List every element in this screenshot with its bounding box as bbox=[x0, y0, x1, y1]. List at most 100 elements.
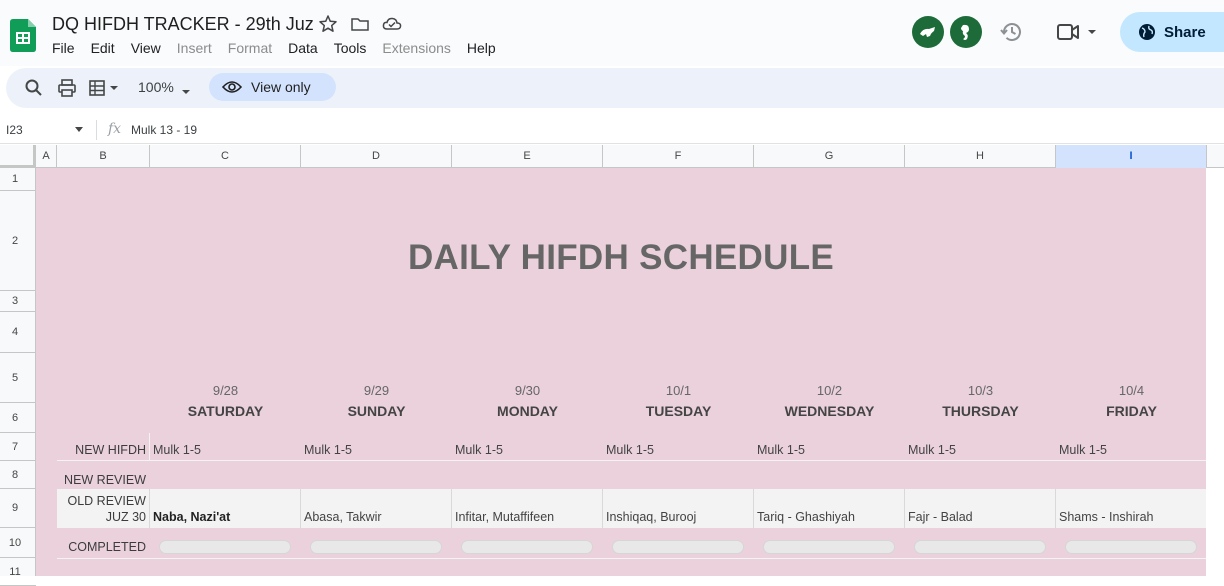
schedule-title[interactable]: DAILY HIFDH SCHEDULE bbox=[36, 238, 1206, 278]
menu-insert[interactable]: Insert bbox=[177, 40, 220, 56]
day-date[interactable]: 9/29 bbox=[301, 383, 452, 398]
divider bbox=[149, 433, 150, 461]
row-header[interactable]: 9 bbox=[0, 489, 36, 528]
seahorse-icon bbox=[961, 24, 969, 40]
column-header-h[interactable]: H bbox=[905, 145, 1056, 168]
document-title[interactable]: DQ HIFDH TRACKER - 29th Juz bbox=[52, 14, 314, 35]
column-header-b[interactable]: B bbox=[57, 145, 150, 168]
function-icon: fx bbox=[108, 121, 122, 137]
divider bbox=[753, 489, 754, 528]
sheet-content: DAILY HIFDH SCHEDULE 9/28 SATURDAY 9/29 … bbox=[36, 168, 1206, 576]
juz-label[interactable]: JUZ 30 bbox=[57, 510, 146, 524]
completed-checkbox[interactable] bbox=[914, 540, 1046, 554]
row-header[interactable]: 11 bbox=[0, 558, 36, 586]
menu-tools[interactable]: Tools bbox=[334, 40, 375, 56]
name-box[interactable]: I23 bbox=[6, 123, 23, 137]
old-review-cell[interactable]: Abasa, Takwir bbox=[304, 510, 382, 524]
view-only-button[interactable]: View only bbox=[209, 73, 336, 101]
menu-data[interactable]: Data bbox=[288, 40, 326, 56]
chevron-down-icon[interactable] bbox=[181, 82, 191, 102]
new-hifdh-cell[interactable]: Mulk 1-5 bbox=[908, 443, 956, 457]
share-button[interactable]: Share bbox=[1120, 12, 1224, 52]
meet-video-icon[interactable] bbox=[1056, 20, 1100, 44]
day-date[interactable]: 10/3 bbox=[905, 383, 1056, 398]
new-hifdh-cell[interactable]: Mulk 1-5 bbox=[1059, 443, 1107, 457]
divider bbox=[602, 489, 603, 528]
row-header[interactable]: 2 bbox=[0, 191, 36, 291]
completed-checkbox[interactable] bbox=[159, 540, 291, 554]
row-header[interactable]: 4 bbox=[0, 312, 36, 353]
day-name[interactable]: SUNDAY bbox=[301, 403, 452, 419]
chevron-down-icon[interactable] bbox=[74, 126, 84, 134]
old-review-cell[interactable]: Fajr - Balad bbox=[908, 510, 973, 524]
old-review-cell[interactable]: Infitar, Mutaffifeen bbox=[455, 510, 554, 524]
day-name[interactable]: SATURDAY bbox=[150, 403, 301, 419]
day-name[interactable]: FRIDAY bbox=[1056, 403, 1207, 419]
day-date[interactable]: 10/2 bbox=[754, 383, 905, 398]
column-header-d[interactable]: D bbox=[301, 145, 452, 168]
completed-checkbox[interactable] bbox=[612, 540, 744, 554]
day-date[interactable]: 9/30 bbox=[452, 383, 603, 398]
day-date[interactable]: 9/28 bbox=[150, 383, 301, 398]
new-hifdh-cell[interactable]: Mulk 1-5 bbox=[304, 443, 352, 457]
completed-checkbox[interactable] bbox=[461, 540, 593, 554]
column-header-c[interactable]: C bbox=[150, 145, 301, 168]
top-bar: DQ HIFDH TRACKER - 29th Juz File Edit Vi… bbox=[0, 0, 1224, 66]
day-name[interactable]: TUESDAY bbox=[603, 403, 754, 419]
row-header[interactable]: 6 bbox=[0, 403, 36, 433]
old-review-label[interactable]: OLD REVIEW bbox=[57, 494, 147, 508]
row-header[interactable]: 1 bbox=[0, 168, 36, 191]
print-icon[interactable] bbox=[57, 78, 77, 98]
dinosaur-icon bbox=[920, 27, 935, 37]
row-header[interactable]: 3 bbox=[0, 291, 36, 312]
day-name[interactable]: MONDAY bbox=[452, 403, 603, 419]
completed-checkbox[interactable] bbox=[1065, 540, 1197, 554]
row-header[interactable]: 10 bbox=[0, 528, 36, 558]
day-date[interactable]: 10/1 bbox=[603, 383, 754, 398]
spreadsheet-grid: A B C D E F G H I 1 2 3 4 5 6 7 8 9 10 1… bbox=[0, 145, 1224, 586]
completed-checkbox[interactable] bbox=[310, 540, 442, 554]
day-name[interactable]: WEDNESDAY bbox=[754, 403, 905, 419]
row-header[interactable]: 8 bbox=[0, 461, 36, 489]
formula-input[interactable]: Mulk 13 - 19 bbox=[131, 123, 197, 137]
new-hifdh-cell[interactable]: Mulk 1-5 bbox=[455, 443, 503, 457]
row-header[interactable]: 7 bbox=[0, 433, 36, 461]
menu-help[interactable]: Help bbox=[467, 40, 504, 56]
old-review-cell[interactable]: Shams - Inshirah bbox=[1059, 510, 1153, 524]
old-review-cell[interactable]: Naba, Nazi'at bbox=[153, 510, 230, 524]
collaborator-avatar[interactable] bbox=[950, 16, 982, 48]
new-hifdh-cell[interactable]: Mulk 1-5 bbox=[757, 443, 805, 457]
collaborator-avatar[interactable] bbox=[912, 16, 944, 48]
select-all-corner[interactable] bbox=[0, 145, 36, 168]
star-icon[interactable] bbox=[318, 14, 338, 34]
completed-label[interactable]: COMPLETED bbox=[57, 540, 146, 554]
completed-checkbox[interactable] bbox=[763, 540, 895, 554]
day-date[interactable]: 10/4 bbox=[1056, 383, 1207, 398]
column-header-a[interactable]: A bbox=[36, 145, 57, 168]
new-review-label[interactable]: NEW REVIEW bbox=[57, 473, 146, 487]
version-history-icon[interactable] bbox=[1000, 20, 1024, 44]
zoom-select[interactable]: 100% bbox=[138, 79, 174, 95]
menu-file[interactable]: File bbox=[52, 40, 83, 56]
day-name[interactable]: THURSDAY bbox=[905, 403, 1056, 419]
row-header[interactable]: 5 bbox=[0, 353, 36, 403]
column-header-i[interactable]: I bbox=[1056, 145, 1207, 168]
column-header-g[interactable]: G bbox=[754, 145, 905, 168]
view-only-label: View only bbox=[251, 79, 311, 95]
menu-view[interactable]: View bbox=[131, 40, 169, 56]
cloud-status-icon[interactable] bbox=[382, 14, 402, 34]
sheets-logo-icon[interactable] bbox=[10, 19, 36, 52]
select-format-icon[interactable] bbox=[88, 78, 122, 98]
move-folder-icon[interactable] bbox=[350, 14, 370, 34]
column-header-e[interactable]: E bbox=[452, 145, 603, 168]
new-hifdh-cell[interactable]: Mulk 1-5 bbox=[606, 443, 654, 457]
old-review-cell[interactable]: Tariq - Ghashiyah bbox=[757, 510, 855, 524]
old-review-cell[interactable]: Inshiqaq, Burooj bbox=[606, 510, 696, 524]
menu-format[interactable]: Format bbox=[228, 40, 280, 56]
menu-edit[interactable]: Edit bbox=[91, 40, 123, 56]
new-hifdh-cell[interactable]: Mulk 1-5 bbox=[153, 443, 201, 457]
column-header-f[interactable]: F bbox=[603, 145, 754, 168]
search-icon[interactable] bbox=[24, 78, 44, 98]
menu-extensions[interactable]: Extensions bbox=[382, 40, 458, 56]
new-hifdh-label[interactable]: NEW HIFDH bbox=[57, 443, 146, 457]
